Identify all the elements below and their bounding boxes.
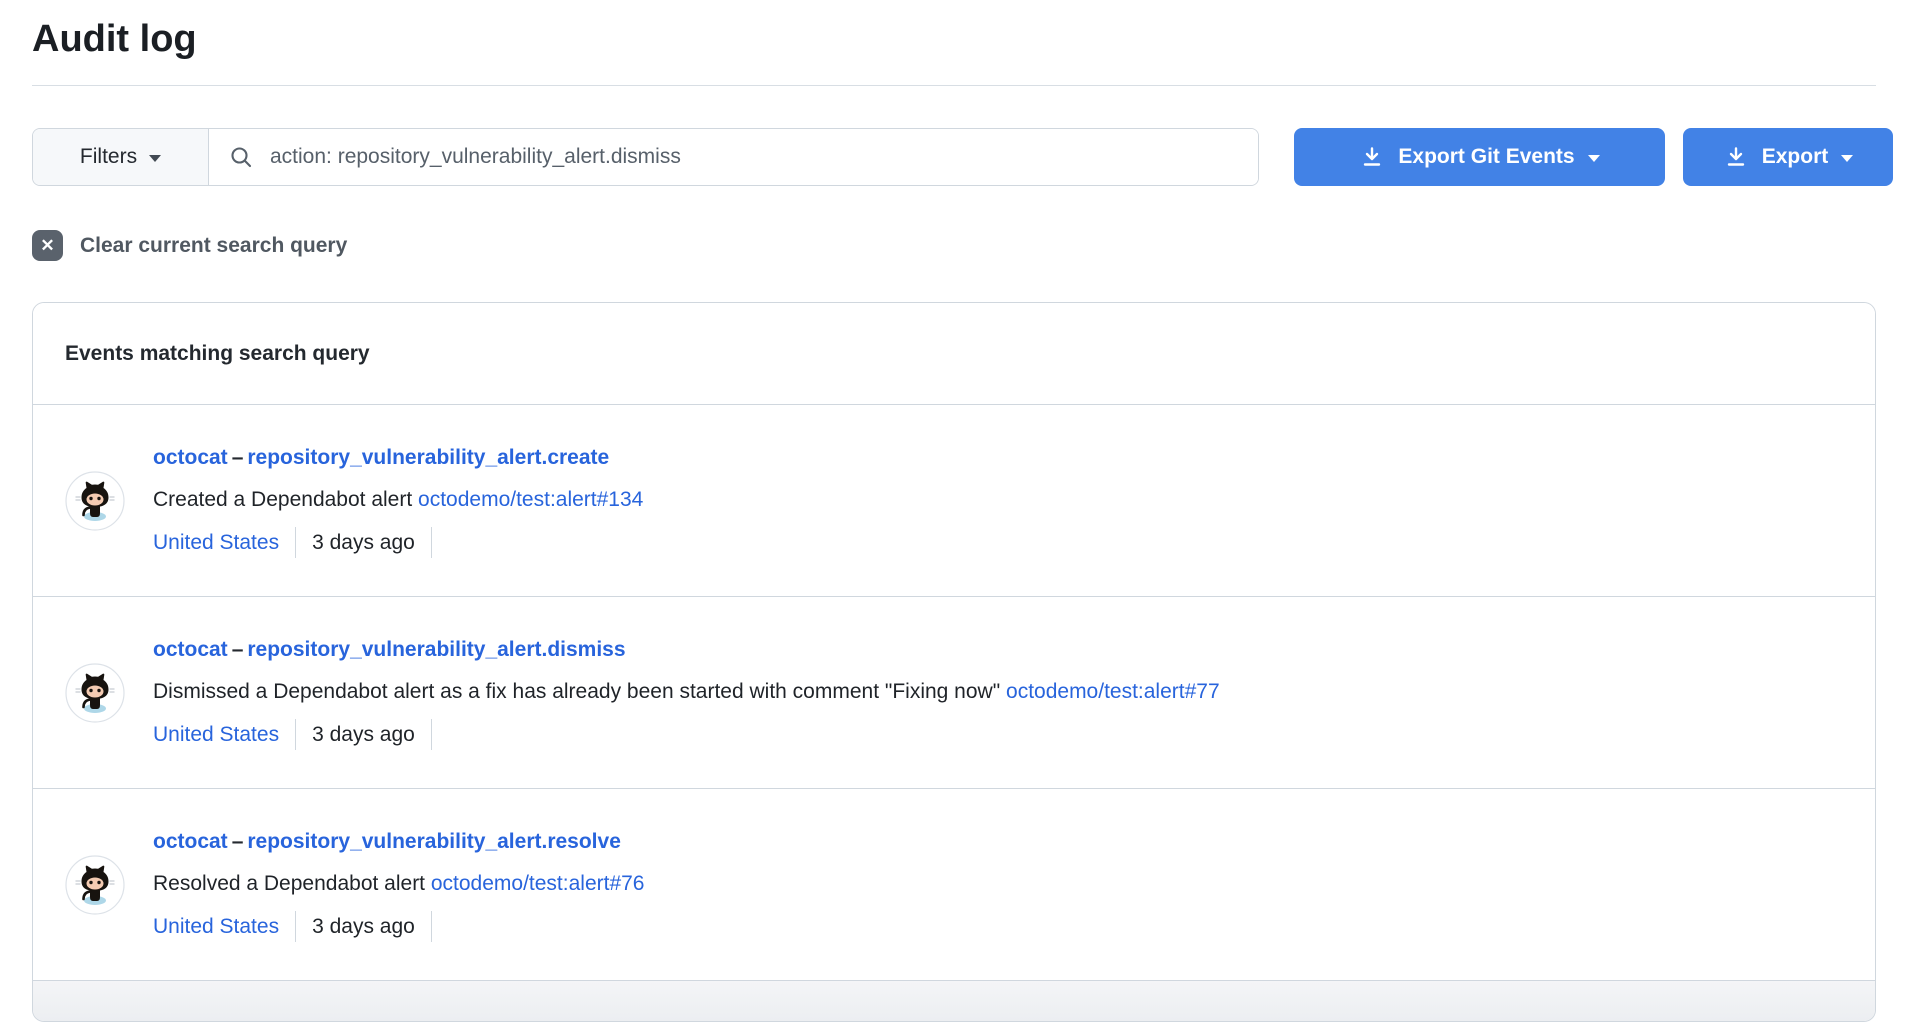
events-panel-header: Events matching search query <box>33 303 1875 405</box>
meta-divider <box>431 527 432 558</box>
panel-footer <box>33 981 1875 1021</box>
title-separator: – <box>232 446 244 469</box>
event-time: 3 days ago <box>312 720 415 749</box>
filter-search-group: Filters <box>32 128 1259 186</box>
event-description: Created a Dependabot alert <box>153 488 412 511</box>
octocat-avatar[interactable] <box>65 471 125 531</box>
event-meta: United States 3 days ago <box>153 527 643 558</box>
event-meta: United States 3 days ago <box>153 911 645 942</box>
action-link[interactable]: repository_vulnerability_alert.dismiss <box>247 638 625 661</box>
target-link[interactable]: octodemo/test:alert#76 <box>431 872 645 895</box>
action-link[interactable]: repository_vulnerability_alert.create <box>247 446 609 469</box>
event-meta: United States 3 days ago <box>153 719 1220 750</box>
export-label: Export <box>1762 145 1829 169</box>
actor-link[interactable]: octocat <box>153 638 228 661</box>
event-body: octocat–repository_vulnerability_alert.r… <box>153 827 645 942</box>
close-icon[interactable]: ✕ <box>32 230 63 261</box>
location-link[interactable]: United States <box>153 528 279 557</box>
events-panel: Events matching search query octocat–rep… <box>32 302 1876 1022</box>
download-icon <box>1359 144 1385 170</box>
search-input[interactable] <box>268 144 1238 170</box>
toolbar: Filters Export Git Events Export <box>32 128 1893 186</box>
clear-search-query-button[interactable]: ✕ Clear current search query <box>32 230 1876 261</box>
clear-search-query-label: Clear current search query <box>80 234 347 258</box>
location-link[interactable]: United States <box>153 912 279 941</box>
event-description-line: Resolved a Dependabot alert octodemo/tes… <box>153 869 645 898</box>
event-title: octocat–repository_vulnerability_alert.r… <box>153 827 645 856</box>
target-link[interactable]: octodemo/test:alert#134 <box>418 488 643 511</box>
export-button[interactable]: Export <box>1683 128 1893 186</box>
chevron-down-icon <box>1841 155 1853 162</box>
chevron-down-icon <box>1588 155 1600 162</box>
event-title: octocat–repository_vulnerability_alert.d… <box>153 635 1220 664</box>
event-description-line: Created a Dependabot alert octodemo/test… <box>153 485 643 514</box>
event-body: octocat–repository_vulnerability_alert.d… <box>153 635 1220 750</box>
action-link[interactable]: repository_vulnerability_alert.resolve <box>247 830 621 853</box>
filters-label: Filters <box>80 145 137 169</box>
page-title: Audit log <box>32 15 1876 63</box>
event-body: octocat–repository_vulnerability_alert.c… <box>153 443 643 558</box>
event-description-line: Dismissed a Dependabot alert as a fix ha… <box>153 677 1220 706</box>
octocat-avatar[interactable] <box>65 663 125 723</box>
actor-link[interactable]: octocat <box>153 446 228 469</box>
event-row: octocat–repository_vulnerability_alert.c… <box>33 405 1875 597</box>
location-link[interactable]: United States <box>153 720 279 749</box>
target-link[interactable]: octodemo/test:alert#77 <box>1006 680 1220 703</box>
event-description: Resolved a Dependabot alert <box>153 872 425 895</box>
octocat-avatar[interactable] <box>65 855 125 915</box>
filters-dropdown-button[interactable]: Filters <box>33 129 209 185</box>
title-separator: – <box>232 638 244 661</box>
meta-divider <box>431 719 432 750</box>
event-title: octocat–repository_vulnerability_alert.c… <box>153 443 643 472</box>
download-icon <box>1723 144 1749 170</box>
search-box <box>209 129 1258 185</box>
search-icon <box>229 145 253 169</box>
event-row: octocat–repository_vulnerability_alert.r… <box>33 789 1875 981</box>
events-panel-header-label: Events matching search query <box>65 342 370 365</box>
meta-divider <box>295 719 296 750</box>
event-time: 3 days ago <box>312 912 415 941</box>
chevron-down-icon <box>149 155 161 162</box>
meta-divider <box>431 911 432 942</box>
event-description: Dismissed a Dependabot alert as a fix ha… <box>153 680 1000 703</box>
meta-divider <box>295 911 296 942</box>
event-time: 3 days ago <box>312 528 415 557</box>
title-divider <box>32 85 1876 86</box>
event-row: octocat–repository_vulnerability_alert.d… <box>33 597 1875 789</box>
close-icon-glyph: ✕ <box>40 237 54 254</box>
export-git-events-button[interactable]: Export Git Events <box>1294 128 1665 186</box>
audit-log-page: Audit log Filters Export Git Events Exp <box>0 15 1908 1022</box>
actor-link[interactable]: octocat <box>153 830 228 853</box>
meta-divider <box>295 527 296 558</box>
title-separator: – <box>232 830 244 853</box>
export-git-events-label: Export Git Events <box>1398 145 1574 169</box>
